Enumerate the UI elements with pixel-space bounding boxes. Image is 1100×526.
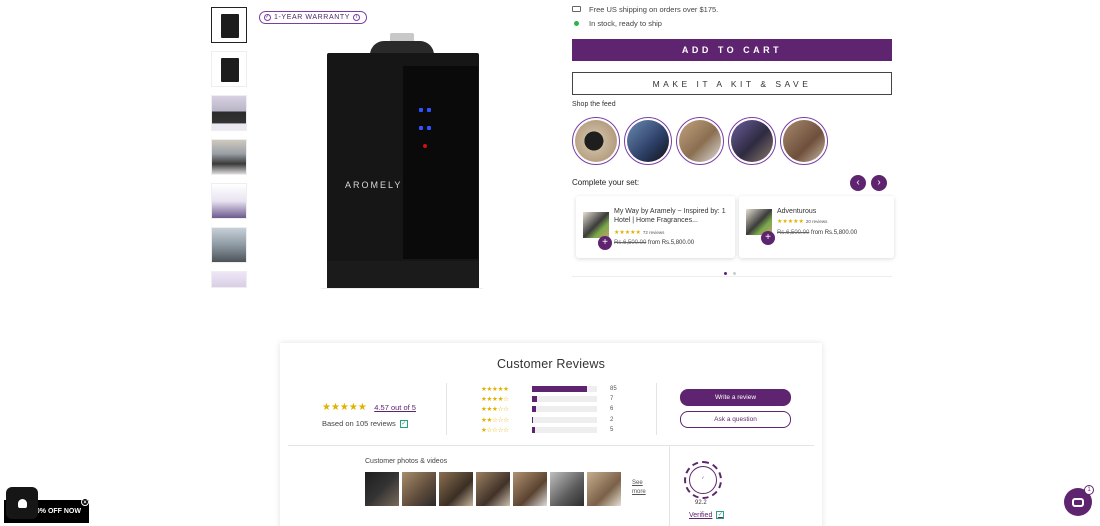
rating-row[interactable]: ★★★★★ 85 xyxy=(481,384,617,394)
carousel-nav: ‹ › xyxy=(850,175,887,191)
reviews-widget: Customer Reviews ★★★★★ 4.57 out of 5 Bas… xyxy=(280,343,822,526)
free-shipping-text: Free US shipping on orders over $175. xyxy=(589,4,719,14)
transparency-badge-icon: ✓ xyxy=(684,461,722,499)
thumbnail-4[interactable] xyxy=(211,139,247,175)
complete-set-label: Complete your set: xyxy=(572,178,640,187)
transparency-score: 92.2 xyxy=(695,500,707,506)
upsell-rating: ★★★★★ 20 reviews xyxy=(777,219,828,225)
info-icon: i xyxy=(353,14,361,21)
control-panel-leds xyxy=(419,105,431,159)
add-plus-icon[interactable]: + xyxy=(761,231,775,245)
average-stars: ★★★★★ xyxy=(322,402,367,413)
customer-photo[interactable] xyxy=(402,472,436,506)
thumbnail-7[interactable] xyxy=(211,271,247,288)
chat-badge: 1 xyxy=(1084,485,1094,495)
thumbnail-2[interactable] xyxy=(211,51,247,87)
feed-item[interactable] xyxy=(676,117,724,165)
add-plus-icon[interactable]: + xyxy=(598,236,612,250)
truck-icon xyxy=(572,6,581,12)
rating-row[interactable]: ★★★★☆ 7 xyxy=(481,394,617,404)
chevron-left-icon[interactable]: ‹ xyxy=(850,175,866,191)
make-kit-button[interactable]: MAKE IT A KIT & SAVE xyxy=(572,72,892,95)
feed-item[interactable] xyxy=(780,117,828,165)
feed-item[interactable] xyxy=(572,117,620,165)
thumbnail-5[interactable] xyxy=(211,183,247,219)
ask-question-button[interactable]: Ask a question xyxy=(680,411,791,428)
shield-icon: ✓ xyxy=(264,14,271,21)
product-image[interactable]: AROMELY xyxy=(321,33,483,289)
warranty-label: 1-YEAR WARRANTY xyxy=(274,14,351,21)
promo-label: 10% OFF NOW xyxy=(31,508,81,515)
average-rating: ★★★★★ 4.57 out of 5 Based on 105 reviews… xyxy=(322,397,416,428)
reviews-count: Based on 105 reviews xyxy=(322,419,396,428)
warranty-badge[interactable]: ✓ 1-YEAR WARRANTY i xyxy=(259,11,368,24)
add-to-cart-button[interactable]: ADD TO CART xyxy=(572,39,892,61)
upsell-rating: ★★★★★ 72 reviews xyxy=(614,230,665,236)
rating-row[interactable]: ★☆☆☆☆ 5 xyxy=(481,425,617,435)
write-review-button[interactable]: Write a review xyxy=(680,389,791,406)
verified-check-icon: ✓ xyxy=(716,511,725,519)
chevron-right-icon[interactable]: › xyxy=(871,175,887,191)
upsell-title: Adventurous xyxy=(777,208,817,215)
upsell-card[interactable]: + My Way by Aramely ~ Inspired by: 1 Hot… xyxy=(576,196,735,258)
divider xyxy=(572,276,892,277)
shop-feed xyxy=(572,117,828,165)
see-more-link[interactable]: See more xyxy=(632,479,646,497)
average-rating-link[interactable]: 4.57 out of 5 xyxy=(374,403,416,412)
customer-photo[interactable] xyxy=(513,472,547,506)
feed-item[interactable] xyxy=(728,117,776,165)
customer-photos xyxy=(365,472,621,506)
in-stock-dot-icon xyxy=(574,20,579,26)
thumbnail-1[interactable] xyxy=(211,7,247,43)
upsell-title: My Way by Aramely ~ Inspired by: 1 Hotel… xyxy=(614,208,726,224)
chat-icon[interactable]: 1 xyxy=(1064,485,1094,516)
upsell-price: Rs.6,500.00 from Rs.5,800.00 xyxy=(777,230,858,236)
product-brand-logo: AROMELY xyxy=(345,180,403,190)
rating-row[interactable]: ★★☆☆☆ 2 xyxy=(481,415,617,425)
verified-check-icon: ✓ xyxy=(399,419,408,428)
customer-photo[interactable] xyxy=(476,472,510,506)
upsell-card[interactable]: + Adventurous ★★★★★ 20 reviews Rs.6,500.0… xyxy=(739,196,894,258)
gift-icon[interactable] xyxy=(6,487,38,519)
rating-row[interactable]: ★★★☆☆ 6 xyxy=(481,404,617,414)
customer-photo[interactable] xyxy=(587,472,621,506)
close-icon[interactable]: × xyxy=(81,498,89,506)
stock-status: In stock, ready to ship xyxy=(589,18,662,28)
verified-link[interactable]: Verified ✓ xyxy=(689,511,725,519)
thumbnail-list xyxy=(211,7,248,296)
thumbnail-6[interactable] xyxy=(211,227,247,263)
shipping-info: Free US shipping on orders over $175. In… xyxy=(572,2,718,30)
carousel-dot[interactable] xyxy=(733,272,736,275)
reviews-heading: Customer Reviews xyxy=(496,357,606,371)
shop-feed-label: Shop the feed xyxy=(572,101,616,108)
carousel-dot[interactable] xyxy=(724,272,727,275)
customer-photo[interactable] xyxy=(439,472,473,506)
feed-item[interactable] xyxy=(624,117,672,165)
carousel-dots xyxy=(724,272,736,275)
rating-distribution: ★★★★★ 85 ★★★★☆ 7 ★★★☆☆ 6 ★★☆☆☆ 2 ★☆☆☆☆ 5 xyxy=(481,384,617,435)
customer-photos-label: Customer photos & videos xyxy=(365,458,448,465)
thumbnail-3[interactable] xyxy=(211,95,247,131)
customer-video[interactable] xyxy=(550,472,584,506)
upsell-price: Rs.6,500.00 from Rs.5,800.00 xyxy=(614,240,695,246)
upsell-product-image xyxy=(583,212,609,238)
customer-photo[interactable] xyxy=(365,472,399,506)
